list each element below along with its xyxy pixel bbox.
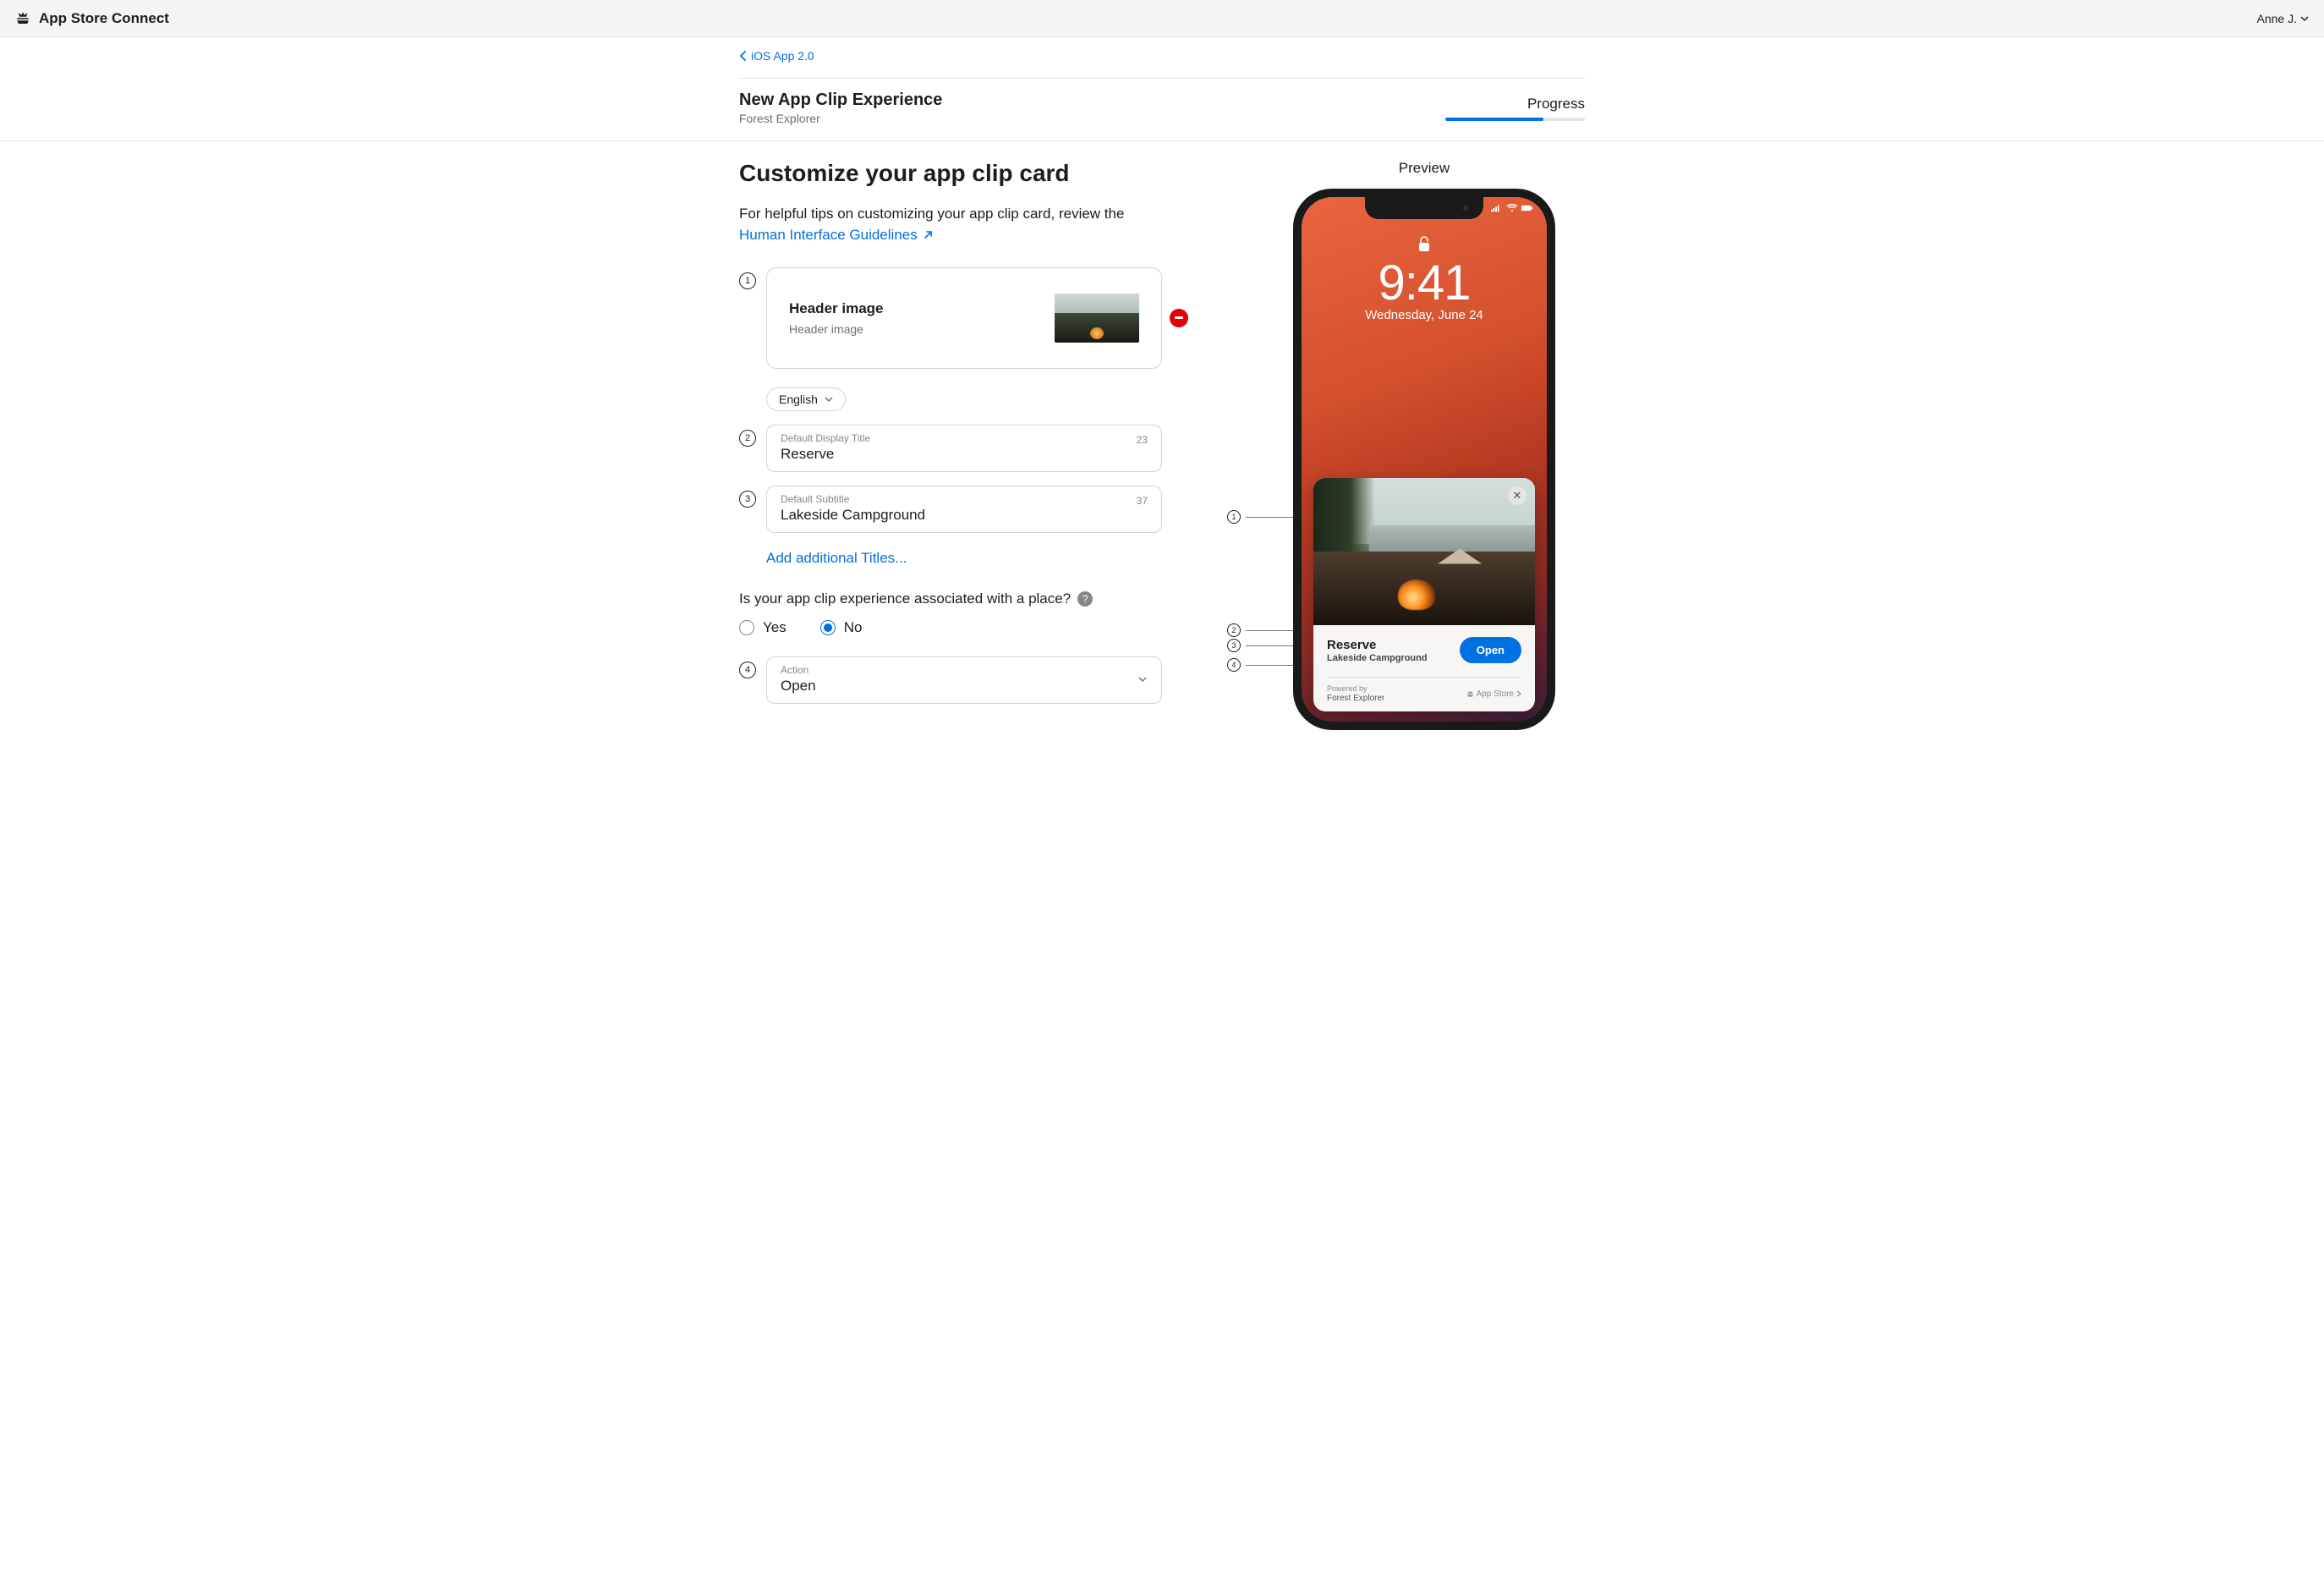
status-icons [1491, 204, 1533, 212]
action-select[interactable]: Action Open [766, 656, 1162, 704]
chevron-down-icon [2300, 14, 2309, 23]
display-title-label: Default Display Title [781, 432, 1137, 444]
lock-icon [1417, 236, 1431, 253]
radio-no-circle [820, 620, 836, 635]
app-store-icon [1466, 690, 1474, 698]
display-title-counter: 23 [1137, 432, 1148, 446]
preview-label: Preview [1399, 160, 1450, 177]
page-subtitle: Forest Explorer [739, 112, 942, 125]
user-name: Anne J. [2257, 12, 2297, 25]
clip-close-button[interactable]: ✕ [1508, 486, 1526, 505]
hig-link[interactable]: Human Interface Guidelines [739, 227, 934, 244]
radio-yes-circle [739, 620, 754, 635]
subtitle-counter: 37 [1137, 493, 1148, 507]
sub-header: iOS App 2.0 New App Clip Experience Fore… [0, 37, 2324, 141]
subtitle-input[interactable] [781, 507, 1137, 524]
section-title: Customize your app clip card [739, 160, 1162, 187]
user-menu[interactable]: Anne J. [2257, 12, 2309, 25]
intro-text: For helpful tips on customizing your app… [739, 204, 1162, 225]
signal-icon [1491, 204, 1503, 212]
header-image-title: Header image [789, 300, 884, 317]
phone-notch [1365, 197, 1483, 219]
progress-bar [1445, 118, 1585, 121]
app-store-connect-icon [15, 11, 30, 26]
add-titles-link[interactable]: Add additional Titles... [766, 550, 907, 567]
app-store-link[interactable]: App Store [1466, 689, 1521, 699]
subtitle-label: Default Subtitle [781, 493, 1137, 505]
top-bar: App Store Connect Anne J. [0, 0, 2324, 37]
header-image-thumbnail [1055, 294, 1139, 343]
powered-by-app: Forest Explorer [1327, 694, 1384, 703]
preview-column: Preview 1 2→ 3→ 4 ↑ [1263, 160, 1585, 730]
back-link[interactable]: iOS App 2.0 [739, 49, 814, 63]
language-value: English [779, 393, 818, 406]
lock-screen-time: 9:41 Wednesday, June 24 [1302, 255, 1547, 322]
chevron-left-icon [739, 51, 746, 61]
chevron-right-icon [1516, 690, 1521, 697]
help-icon[interactable]: ? [1077, 591, 1093, 607]
action-label: Action [781, 664, 816, 676]
step-marker-1: 1 [739, 272, 756, 289]
app-clip-card: ✕ Reserve Lakeside Campground Open [1313, 478, 1535, 711]
phone-frame: 9:41 Wednesday, June 24 ✕ [1293, 189, 1555, 730]
display-title-field[interactable]: Default Display Title 23 [766, 425, 1162, 472]
back-label: iOS App 2.0 [751, 49, 814, 63]
radio-no[interactable]: No [820, 619, 863, 636]
chevron-down-icon [825, 395, 833, 404]
clip-header-image: ✕ [1313, 478, 1535, 625]
remove-image-button[interactable] [1170, 309, 1188, 327]
progress-label: Progress [1445, 96, 1585, 113]
step-marker-4: 4 [739, 662, 756, 678]
action-value: Open [781, 678, 816, 695]
app-title: App Store Connect [39, 10, 169, 27]
battery-icon [1521, 204, 1533, 212]
radio-yes[interactable]: Yes [739, 619, 787, 636]
place-question: Is your app clip experience associated w… [739, 590, 1071, 607]
progress-fill [1445, 118, 1543, 121]
header-image-subtitle: Header image [789, 322, 884, 336]
clip-title: Reserve [1327, 638, 1428, 652]
external-link-icon [923, 229, 934, 240]
display-title-input[interactable] [781, 446, 1137, 463]
wifi-icon [1506, 204, 1518, 212]
powered-by-label: Powered by [1327, 684, 1384, 693]
page-title: New App Clip Experience [739, 91, 942, 110]
header-image-card[interactable]: Header image Header image [766, 267, 1162, 369]
annot-1: 1 [1227, 510, 1300, 524]
subtitle-field[interactable]: Default Subtitle 37 [766, 486, 1162, 533]
chevron-down-icon [1137, 674, 1148, 684]
clip-subtitle: Lakeside Campground [1327, 653, 1428, 663]
language-select[interactable]: English [766, 387, 846, 411]
clip-action-button[interactable]: Open [1460, 637, 1521, 663]
step-marker-3: 3 [739, 491, 756, 508]
step-marker-2: 2 [739, 430, 756, 447]
